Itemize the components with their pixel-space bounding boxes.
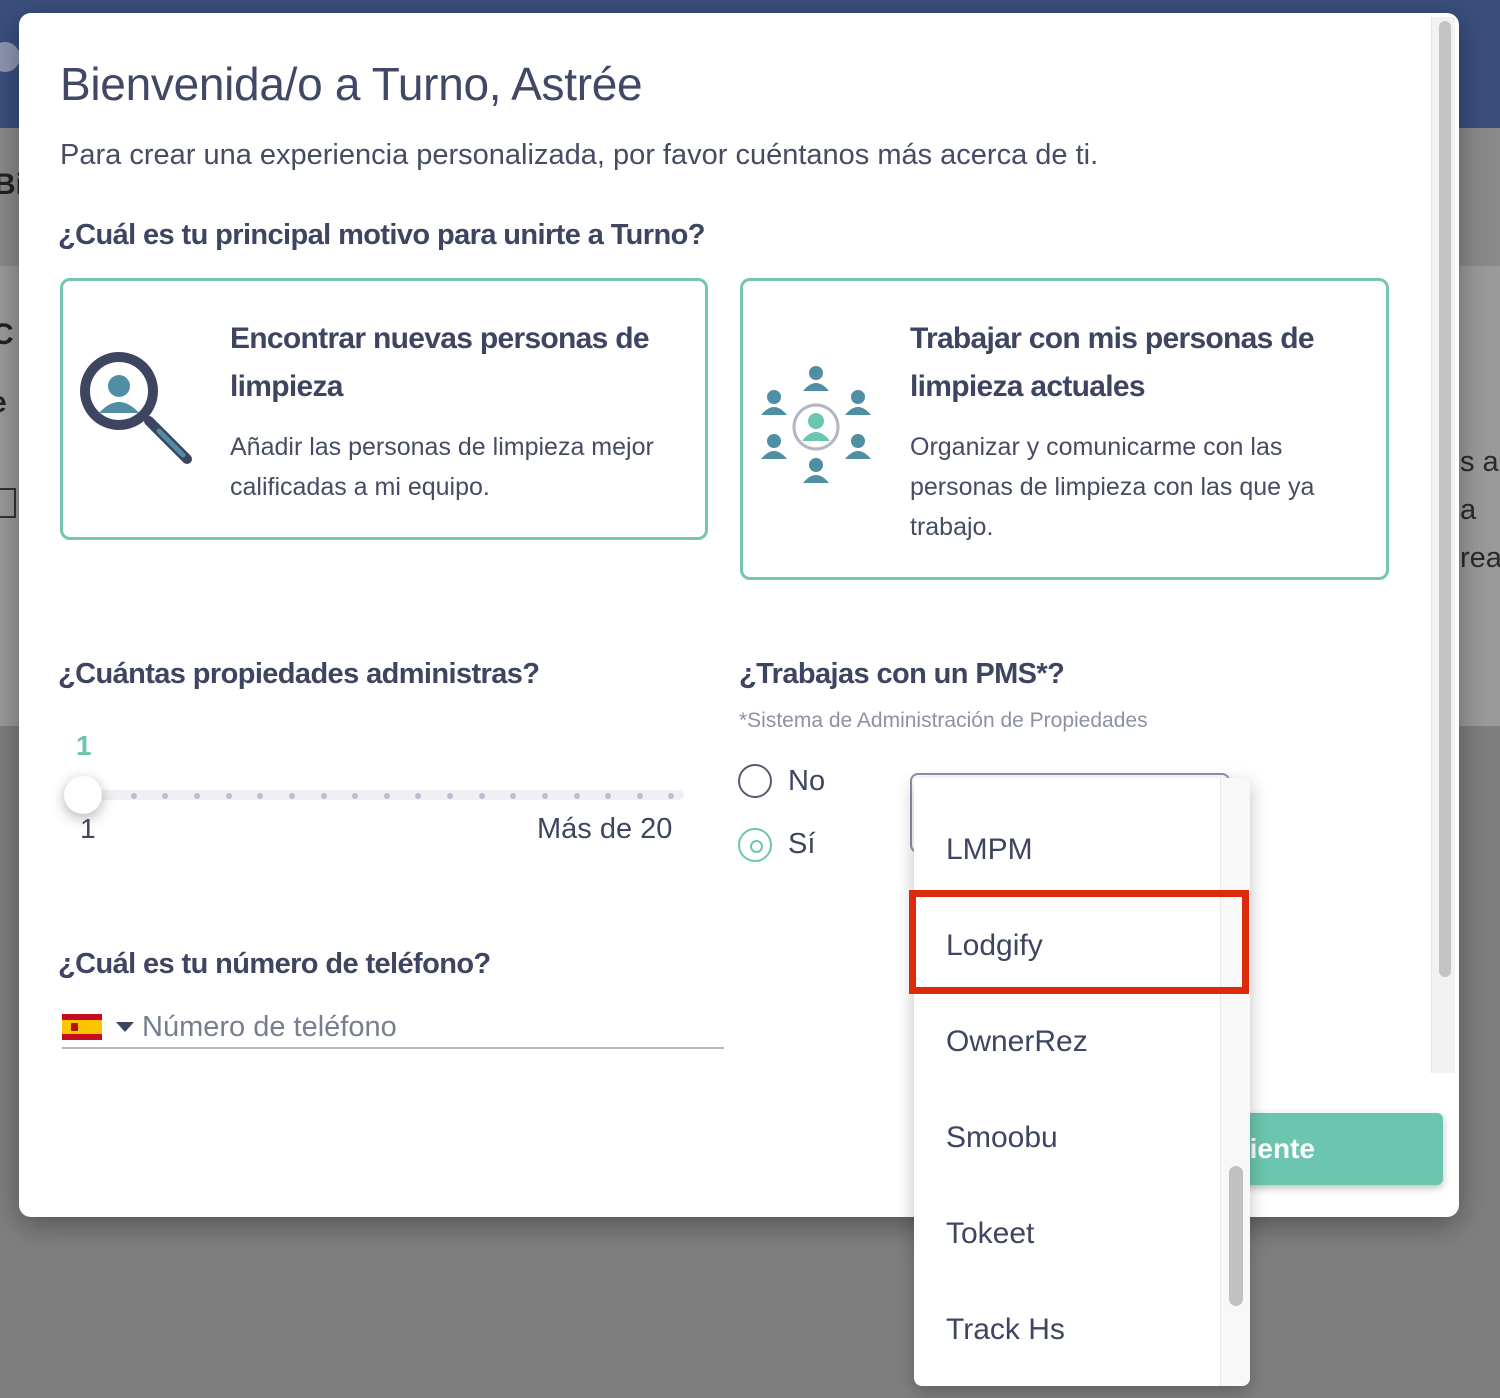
pms-radio-si[interactable] xyxy=(738,828,772,862)
card-description: Añadir las personas de limpieza mejor ca… xyxy=(230,433,654,501)
phone-question: ¿Cuál es tu número de teléfono? xyxy=(58,948,491,980)
modal-subtitle: Para crear una experiencia personalizada… xyxy=(60,139,1099,171)
motive-option-current-cleaners[interactable]: Trabajar con mis personas de limpieza ac… xyxy=(740,278,1389,580)
slider-tick xyxy=(384,793,390,799)
slider-tick xyxy=(257,793,263,799)
dropdown-option[interactable]: Track Hs xyxy=(914,1282,1220,1378)
slider-tick xyxy=(510,793,516,799)
background-checkbox xyxy=(0,488,16,518)
slider-tick xyxy=(574,793,580,799)
spain-flag-icon[interactable] xyxy=(62,1014,102,1040)
slider-tick xyxy=(668,793,674,799)
dropdown-option[interactable]: Smoobu xyxy=(914,1090,1220,1186)
pms-note: *Sistema de Administración de Propiedade… xyxy=(739,709,1148,732)
dropdown-option[interactable]: LMPM xyxy=(914,802,1220,898)
pms-radio-no[interactable] xyxy=(738,764,772,798)
slider-tick xyxy=(131,793,137,799)
properties-question: ¿Cuántas propiedades administras? xyxy=(58,658,540,690)
pms-radio-si-label[interactable]: Sí xyxy=(788,828,815,861)
slider-max-label: Más de 20 xyxy=(537,813,673,845)
background-text-fragment: s a xyxy=(1460,446,1499,478)
slider-tick xyxy=(321,793,327,799)
slider-tick xyxy=(447,793,453,799)
dropdown-scrollbar-thumb[interactable] xyxy=(1229,1166,1243,1306)
card-title: Encontrar nuevas personas de limpieza xyxy=(230,322,650,403)
slider-tick xyxy=(289,793,295,799)
team-network-icon xyxy=(757,361,875,496)
properties-slider-thumb[interactable] xyxy=(64,776,102,814)
slider-tick xyxy=(479,793,485,799)
slider-tick xyxy=(637,793,643,799)
slider-tick xyxy=(194,793,200,799)
country-caret-icon[interactable] xyxy=(116,1022,134,1032)
phone-input[interactable] xyxy=(142,1009,702,1045)
slider-tick xyxy=(226,793,232,799)
dropdown-scrollbar[interactable] xyxy=(1220,778,1250,1386)
slider-min-label: 1 xyxy=(80,813,96,844)
slider-tick xyxy=(542,793,548,799)
slider-tick xyxy=(415,793,421,799)
motive-question: ¿Cuál es tu principal motivo para unirte… xyxy=(58,219,705,251)
magnifier-person-icon xyxy=(79,351,197,474)
background-text-fragment: C xyxy=(0,318,14,351)
motive-option-find-cleaners[interactable]: Encontrar nuevas personas de limpieza Añ… xyxy=(60,278,708,540)
background-text-fragment: a xyxy=(1460,494,1477,526)
background-text-fragment: rea xyxy=(1460,542,1500,574)
modal-title: Bienvenida/o a Turno, Astrée xyxy=(60,58,643,110)
pms-question: ¿Trabajas con un PMS*? xyxy=(739,658,1065,690)
pms-radio-no-label[interactable]: No xyxy=(788,765,825,798)
properties-slider-track[interactable] xyxy=(83,790,684,800)
modal-scrollbar-thumb[interactable] xyxy=(1439,21,1451,977)
slider-tick xyxy=(352,793,358,799)
phone-field xyxy=(62,1009,724,1049)
highlight-box xyxy=(909,890,1249,994)
dropdown-option[interactable]: OwnerRez xyxy=(914,994,1220,1090)
pms-dropdown-list: LMPM Lodgify OwnerRez Smoobu Tokeet Trac… xyxy=(914,778,1250,1386)
dropdown-option[interactable]: Tokeet xyxy=(914,1186,1220,1282)
modal-scrollbar[interactable] xyxy=(1431,17,1455,1073)
slider-tick xyxy=(162,793,168,799)
slider-tick xyxy=(605,793,611,799)
background-text-fragment: e xyxy=(0,386,7,420)
slider-value: 1 xyxy=(76,730,92,761)
card-description: Organizar y comunicarme con las personas… xyxy=(910,433,1315,541)
card-title: Trabajar con mis personas de limpieza ac… xyxy=(910,322,1315,403)
